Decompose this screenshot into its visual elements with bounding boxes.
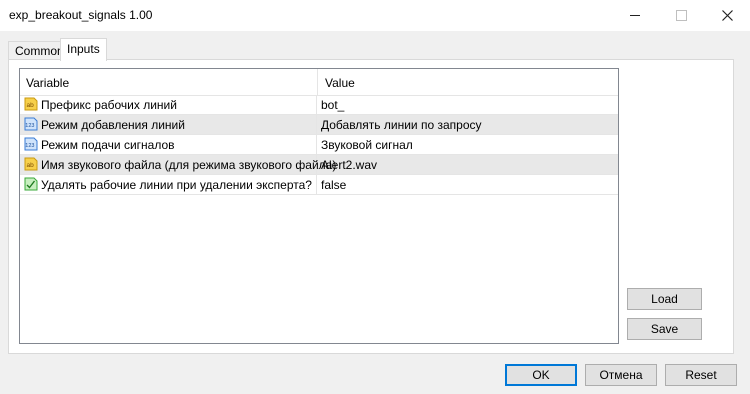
svg-text:ab: ab: [27, 102, 35, 109]
value-cell[interactable]: Звуковой сигнал: [321, 138, 413, 152]
table-row[interactable]: ab Имя звукового файла (для режима звуко…: [20, 155, 618, 175]
svg-text:123: 123: [25, 123, 34, 129]
column-header-variable[interactable]: Variable: [26, 76, 69, 90]
variable-cell: 123 Режим добавления линий: [20, 115, 317, 134]
variable-name: Режим подачи сигналов: [41, 138, 175, 152]
variable-cell: ab Префикс рабочих линий: [20, 95, 317, 114]
bool-icon: [24, 177, 38, 191]
variable-name: Имя звукового файла (для режима звуковог…: [41, 158, 337, 172]
minimize-button[interactable]: [612, 0, 658, 31]
variable-name: Удалять рабочие линии при удалении экспе…: [41, 178, 312, 192]
tab-inputs[interactable]: Inputs: [60, 38, 107, 61]
column-header-value[interactable]: Value: [325, 76, 355, 90]
title-bar: exp_breakout_signals 1.00: [0, 0, 750, 31]
value-cell[interactable]: Alert2.wav: [321, 158, 377, 172]
table-row[interactable]: 123 Режим добавления линий Добавлять лин…: [20, 115, 618, 135]
save-button[interactable]: Save: [627, 318, 702, 340]
table-row[interactable]: Удалять рабочие линии при удалении экспе…: [20, 175, 618, 195]
variable-cell: Удалять рабочие линии при удалении экспе…: [20, 175, 317, 194]
enum-icon: 123: [24, 137, 38, 151]
value-cell[interactable]: false: [321, 178, 346, 192]
load-button[interactable]: Load: [627, 288, 702, 310]
cancel-button[interactable]: Отмена: [585, 364, 657, 386]
close-button[interactable]: [704, 0, 750, 31]
reset-button[interactable]: Reset: [665, 364, 737, 386]
ok-button[interactable]: OK: [505, 364, 577, 386]
enum-icon: 123: [24, 117, 38, 131]
string-icon: ab: [24, 157, 38, 171]
minimize-icon: [630, 15, 640, 16]
column-separator[interactable]: [317, 69, 318, 95]
svg-text:ab: ab: [27, 162, 35, 169]
variable-cell: 123 Режим подачи сигналов: [20, 135, 317, 154]
maximize-icon: [675, 10, 687, 21]
string-icon: ab: [24, 97, 38, 111]
grid-header: Variable Value: [20, 69, 618, 96]
table-row[interactable]: ab Префикс рабочих линий bot_: [20, 95, 618, 115]
window-title: exp_breakout_signals 1.00: [9, 8, 153, 22]
table-row[interactable]: 123 Режим подачи сигналов Звуковой сигна…: [20, 135, 618, 155]
maximize-button[interactable]: [658, 0, 704, 31]
variable-name: Режим добавления линий: [41, 118, 185, 132]
variable-cell: ab Имя звукового файла (для режима звуко…: [20, 155, 336, 174]
svg-text:123: 123: [25, 143, 34, 149]
tab-common[interactable]: Common: [8, 41, 64, 60]
close-icon: [721, 10, 733, 21]
inputs-grid: Variable Value ab Префикс рабочих линий …: [19, 68, 619, 344]
value-cell[interactable]: Добавлять линии по запросу: [321, 118, 482, 132]
value-cell[interactable]: bot_: [321, 98, 344, 112]
variable-name: Префикс рабочих линий: [41, 98, 177, 112]
